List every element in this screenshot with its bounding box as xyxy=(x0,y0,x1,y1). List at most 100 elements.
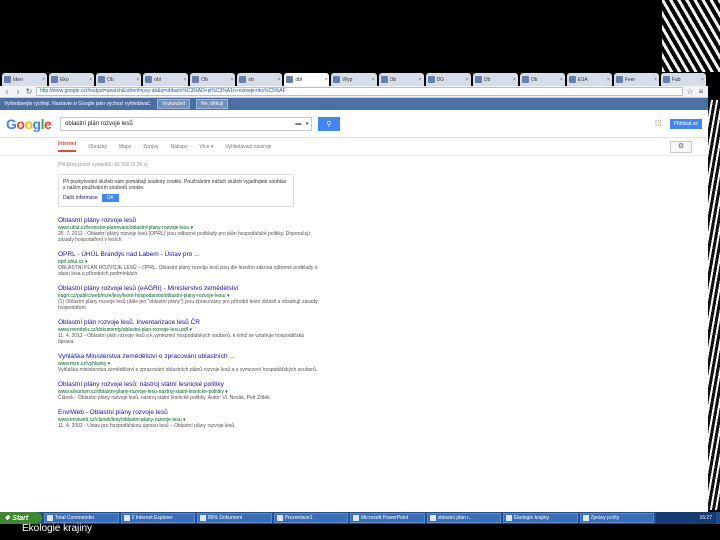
taskbar-item[interactable]: Prezentace1 xyxy=(273,513,348,523)
app-icon xyxy=(123,515,130,521)
result-title-link[interactable]: Oblastní plán rozvoje lesů. Inventarizac… xyxy=(58,319,320,327)
tab-favicon-icon xyxy=(615,76,623,83)
taskbar-item[interactable]: Ekologie krajiny xyxy=(503,513,578,523)
tab-favicon-icon xyxy=(192,76,200,83)
tab-favicon-icon xyxy=(427,76,435,83)
search-result: Oblastní plán rozvoje lesů. Inventarizac… xyxy=(58,319,320,345)
search-icon: ⚲ xyxy=(326,120,332,128)
notice-text: Vyhledávejte rychleji. Nastavte si Googl… xyxy=(4,101,152,107)
close-icon[interactable]: × xyxy=(183,77,186,83)
result-snippet: 11. 4. 2012 - Oblastní plán rozvoje lesů… xyxy=(58,333,304,345)
close-icon[interactable]: × xyxy=(372,77,375,83)
browser-tab[interactable]: Eko × xyxy=(49,73,95,86)
close-icon[interactable]: × xyxy=(230,77,233,83)
close-icon[interactable]: × xyxy=(325,77,328,83)
presentation-slide: Iden × Eko × Ob × obl × Ob × ob × obl × Wyp × Ob… xyxy=(0,0,720,540)
cookie-notice: Při poskytování služeb nám pomáhají soub… xyxy=(58,174,294,207)
back-arrow-icon[interactable]: ‹ xyxy=(3,87,11,96)
tab-strip: Iden × Eko × Ob × obl × Ob × ob × obl × Wyp × Ob… xyxy=(0,72,708,86)
search-input[interactable]: oblastní plán rozvoje lesů ▬ ● xyxy=(60,116,312,131)
app-icon xyxy=(582,515,589,521)
browser-tab[interactable]: Feer × xyxy=(613,73,659,86)
search-button[interactable]: ⚲ xyxy=(318,116,340,131)
forward-arrow-icon[interactable]: › xyxy=(14,87,22,96)
system-tray: 16:27 xyxy=(656,512,716,524)
taskbar-item[interactable]: 86% Dokument xyxy=(197,513,272,523)
apps-grid-icon[interactable]: ⁞⁞⁞ xyxy=(655,119,662,128)
taskbar-item-active[interactable]: oblastní plán r... xyxy=(426,513,501,523)
more-info-link[interactable]: Další informace xyxy=(63,195,98,201)
search-result: Vyhláška Ministerstva zemědělství o zpra… xyxy=(58,353,320,373)
clock[interactable]: 16:27 xyxy=(699,515,712,521)
decorative-pattern xyxy=(662,0,720,72)
browser-tab[interactable]: obl × xyxy=(143,73,189,86)
tab-news[interactable]: Zprávy xyxy=(143,144,158,150)
tab-maps[interactable]: Mapy xyxy=(119,144,131,150)
app-icon xyxy=(506,515,512,521)
tab-shopping[interactable]: Nákupy xyxy=(170,144,187,150)
result-title-link[interactable]: Vyhláška Ministerstva zemědělství o zpra… xyxy=(58,353,320,361)
tab-favicon-icon xyxy=(239,76,247,83)
keyboard-icon[interactable]: ▬ xyxy=(293,121,303,127)
dismiss-button[interactable]: Ne, děkuji xyxy=(196,99,229,109)
microphone-icon[interactable]: ● xyxy=(303,121,311,127)
close-icon[interactable]: × xyxy=(419,77,422,83)
browser-tab[interactable]: Ob × xyxy=(378,73,424,86)
tab-search-tools[interactable]: Vyhledávací nástroje xyxy=(225,144,271,150)
tab-favicon-icon xyxy=(333,76,341,83)
close-icon[interactable]: × xyxy=(42,77,45,83)
tab-images[interactable]: Obrázky xyxy=(88,144,107,150)
close-icon[interactable]: × xyxy=(466,77,469,83)
star-icon[interactable]: ☆ xyxy=(686,87,694,96)
browser-tab[interactable]: Fab × xyxy=(660,73,706,86)
result-title-link[interactable]: Oblastní plány rozvoje lesů (eAGRI) - Mi… xyxy=(58,285,320,293)
result-title-link[interactable]: Oblastní plány rozvoje lesů: nástroj stá… xyxy=(58,381,320,389)
close-icon[interactable]: × xyxy=(277,77,280,83)
browser-tab[interactable]: DG × xyxy=(425,73,471,86)
browser-tab[interactable]: Ob × xyxy=(96,73,142,86)
menu-icon[interactable]: ≡ xyxy=(697,87,705,96)
browser-tab[interactable]: Iden × xyxy=(2,73,48,86)
tab-favicon-icon xyxy=(521,76,529,83)
tab-favicon-icon xyxy=(4,76,11,83)
result-title-link[interactable]: OPRL - ÚHÚL Brandýs nad Labem - Ústav pr… xyxy=(58,251,320,259)
taskbar-item[interactable]: Microsoft PowerPoint xyxy=(350,513,425,523)
browser-tab[interactable]: Ob × xyxy=(472,73,518,86)
tab-internet[interactable]: Internet xyxy=(58,141,77,152)
results-column: Přibližný počet výsledků: 43 500 (0,26 s… xyxy=(0,156,320,429)
sign-in-button[interactable]: Přihlásit se xyxy=(669,118,702,129)
taskbar-item[interactable]: Zprávy počty xyxy=(579,513,654,523)
result-title-link[interactable]: Oblastní plány rozvoje lesů xyxy=(58,217,320,225)
gear-icon[interactable]: ⚙ xyxy=(670,141,692,153)
cookie-ok-button[interactable]: OK xyxy=(101,194,119,202)
close-icon[interactable]: × xyxy=(607,77,610,83)
close-icon[interactable]: × xyxy=(654,77,657,83)
close-icon[interactable]: × xyxy=(513,77,516,83)
close-icon[interactable]: × xyxy=(560,77,563,83)
browser-tab[interactable]: Ob × xyxy=(190,73,236,86)
close-icon[interactable]: × xyxy=(136,77,139,83)
try-button[interactable]: Vyzkoušet xyxy=(157,99,190,109)
search-result: Oblastní plány rozvoje lesů www.uhul.cz/… xyxy=(58,217,320,243)
app-icon xyxy=(47,515,53,521)
address-bar: ‹ › ↻ http://www.google.cz/#output=searc… xyxy=(0,86,708,98)
browser-tab[interactable]: Ob × xyxy=(519,73,565,86)
browser-tab[interactable]: ob × xyxy=(237,73,283,86)
browser-tab-active[interactable]: obl × xyxy=(284,73,330,86)
google-logo[interactable]: Google xyxy=(6,116,54,132)
taskbar-item[interactable]: Total Commander xyxy=(44,513,119,523)
reload-icon[interactable]: ↻ xyxy=(25,87,33,96)
result-title-link[interactable]: EnviWeb - Oblastní plány rozvoje lesů xyxy=(58,409,320,417)
url-input[interactable]: http://www.google.cz/#output=search&scli… xyxy=(36,87,683,96)
search-query[interactable]: oblastní plán rozvoje lesů xyxy=(65,121,293,127)
taskbar-item[interactable]: 2 Internet Explorer xyxy=(120,513,195,523)
close-icon[interactable]: × xyxy=(701,77,704,83)
tab-favicon-icon xyxy=(568,76,576,83)
app-icon xyxy=(276,515,283,521)
result-snippet: Článek - Oblastní plány rozvoje lesů, ná… xyxy=(58,395,272,401)
browser-window: Iden × Eko × Ob × obl × Ob × ob × obl × Wyp × Ob… xyxy=(0,72,708,512)
tab-more[interactable]: Více ▾ xyxy=(199,144,213,150)
browser-tab[interactable]: Wyp × xyxy=(331,73,377,86)
close-icon[interactable]: × xyxy=(89,77,92,83)
browser-tab[interactable]: ESA × xyxy=(566,73,612,86)
